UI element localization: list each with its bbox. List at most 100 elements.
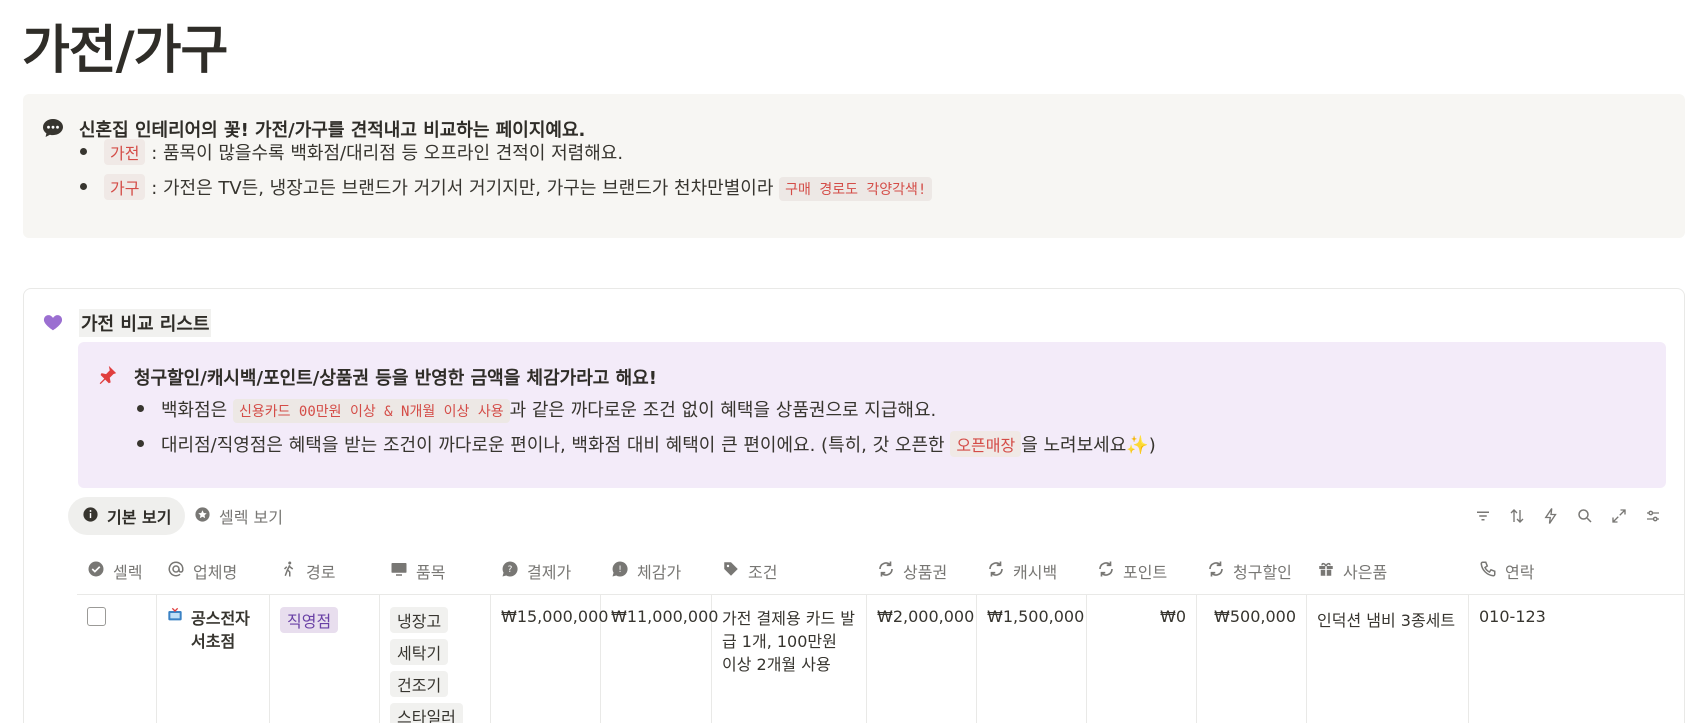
- cell-select: [77, 595, 157, 723]
- bullet-text: 과 같은 까다로운 조건 없이 혜택을 상품권으로 지급해요.: [509, 400, 937, 421]
- column-header-points[interactable]: 포인트: [1097, 547, 1167, 595]
- cell-freebie[interactable]: 인덕션 냄비 3종세트: [1307, 595, 1469, 723]
- column-header-price[interactable]: ? 결제가: [501, 547, 571, 595]
- person-walking-icon: [280, 560, 298, 582]
- bullet-appliance: 가전 : 품목이 많을수록 백화점/대리점 등 오프라인 견적이 저렴해요.: [79, 139, 624, 165]
- bullet-text: 대리점/직영점은 혜택을 받는 조건이 까다로운 편이나, 백화점 대비 혜택이…: [161, 435, 945, 456]
- at-sign-icon: [167, 560, 185, 582]
- column-header-gift-card[interactable]: 상품권: [877, 547, 947, 595]
- cell-felt-price[interactable]: ₩11,000,000: [601, 595, 718, 723]
- tab-basic-view[interactable]: 기본 보기: [68, 497, 186, 535]
- check-circle-icon: [87, 560, 105, 582]
- item-tag: 세탁기: [390, 639, 449, 665]
- search-icon[interactable]: [1576, 507, 1594, 529]
- cell-points[interactable]: ₩0: [1087, 595, 1197, 723]
- settings-sliders-icon[interactable]: [1644, 507, 1662, 529]
- inline-code: 구매 경로도 각양각색!: [779, 177, 933, 201]
- column-label: 결제가: [527, 563, 572, 582]
- inline-code: 신용카드 00만원 이상 & N개월 이상 사용: [232, 399, 510, 423]
- pushpin-icon: [96, 364, 118, 390]
- column-header-condition[interactable]: 조건: [722, 547, 777, 595]
- note-heading: 청구할인/캐시백/포인트/상품권 등을 반영한 금액을 체감가라고 해요!: [134, 368, 657, 389]
- expand-icon[interactable]: [1610, 507, 1628, 529]
- info-icon: [82, 506, 99, 527]
- phone-icon: [1479, 560, 1497, 582]
- column-label: 청구할인: [1233, 563, 1292, 582]
- column-label: 조건: [748, 563, 778, 582]
- route-tag: 직영점: [280, 607, 339, 633]
- gift-icon: [1317, 560, 1335, 582]
- tag-icon: [722, 560, 740, 582]
- column-label: 셀렉: [113, 563, 143, 582]
- column-label: 연락: [1505, 563, 1535, 582]
- pinned-note: 청구할인/캐시백/포인트/상품권 등을 반영한 금액을 체감가라고 해요! 백화…: [78, 342, 1666, 488]
- column-label: 포인트: [1123, 563, 1168, 582]
- cell-contact[interactable]: 010-123: [1469, 595, 1549, 723]
- cell-billing-discount[interactable]: ₩500,000: [1197, 595, 1307, 723]
- bullet-text: : 가전은 TV든, 냉장고든 브랜드가 거기서 거기지만, 가구는 브랜드가 …: [151, 178, 774, 199]
- database-title[interactable]: 가전 비교 리스트: [79, 309, 212, 337]
- sort-icon[interactable]: [1508, 507, 1526, 529]
- column-header-contact[interactable]: 연락: [1479, 547, 1534, 595]
- tag-appliance: 가전: [104, 139, 146, 165]
- tag-furniture: 가구: [104, 174, 146, 200]
- svg-text:!: !: [618, 565, 622, 575]
- bullet-furniture: 가구 : 가전은 TV든, 냉장고든 브랜드가 거기서 거기지만, 가구는 브랜…: [79, 174, 933, 201]
- bullet-text: : 품목이 많을수록 백화점/대리점 등 오프라인 견적이 저렴해요.: [151, 143, 624, 164]
- alert-bubble-icon: !: [611, 560, 629, 582]
- star-circle-icon: [194, 506, 211, 527]
- speech-bubble-icon: [41, 116, 65, 140]
- column-header-freebie[interactable]: 사은품: [1317, 547, 1387, 595]
- cell-condition[interactable]: 가전 결제용 카드 발급 1개, 100만원 이상 2개월 사용: [712, 595, 867, 723]
- note-bullet-department: 백화점은 신용카드 00만원 이상 & N개월 이상 사용 과 같은 까다로운 조…: [136, 396, 937, 423]
- column-header-felt-price[interactable]: ! 체감가: [611, 547, 681, 595]
- database-toolbar: [1474, 507, 1662, 529]
- column-label: 사은품: [1343, 563, 1388, 582]
- question-bubble-icon: ?: [501, 560, 519, 582]
- filter-icon[interactable]: [1474, 507, 1492, 529]
- automation-bolt-icon[interactable]: [1542, 507, 1560, 529]
- column-header-billing-discount[interactable]: 청구할인: [1207, 547, 1292, 595]
- note-bullet-agency: 대리점/직영점은 혜택을 받는 조건이 까다로운 편이나, 백화점 대비 혜택이…: [137, 431, 1156, 457]
- cell-company[interactable]: 공스전자 서초점: [157, 595, 270, 723]
- column-header-cashback[interactable]: 캐시백: [987, 547, 1057, 595]
- table-row[interactable]: 공스전자 서초점 직영점 냉장고 세탁기 건조기 스타일러 ₩15,000,00…: [77, 595, 1684, 723]
- cell-items[interactable]: 냉장고 세탁기 건조기 스타일러: [380, 595, 491, 723]
- item-tag: 건조기: [390, 671, 449, 697]
- item-tag: 스타일러: [390, 703, 463, 723]
- tab-label: 기본 보기: [107, 508, 172, 527]
- column-label: 경로: [306, 563, 336, 582]
- bullet-text: 을 노려보세요✨): [1021, 435, 1156, 456]
- rollup-arrows-icon: [877, 560, 895, 582]
- cell-cashback[interactable]: ₩1,500,000: [977, 595, 1087, 723]
- rollup-arrows-icon: [1097, 560, 1115, 582]
- rollup-arrows-icon: [987, 560, 1005, 582]
- item-tag: 냉장고: [390, 607, 449, 633]
- tv-icon: [167, 607, 183, 653]
- tab-label: 셀렉 보기: [219, 508, 283, 527]
- column-label: 체감가: [637, 563, 682, 582]
- column-label: 상품권: [903, 563, 948, 582]
- select-checkbox[interactable]: [87, 607, 106, 626]
- bullet-text: 백화점은: [161, 400, 228, 421]
- cell-route[interactable]: 직영점: [270, 595, 380, 723]
- purple-heart-icon: [42, 311, 64, 337]
- database-block: 가전 비교 리스트 청구할인/캐시백/포인트/상품권 등을 반영한 금액을 체감…: [23, 288, 1685, 723]
- column-label: 캐시백: [1013, 563, 1058, 582]
- column-header-select[interactable]: 셀렉: [87, 547, 142, 595]
- column-header-items[interactable]: 품목: [390, 547, 445, 595]
- page-title: 가전/가구: [22, 21, 228, 81]
- cell-gift-card[interactable]: ₩2,000,000: [867, 595, 977, 723]
- cell-price[interactable]: ₩15,000,000: [491, 595, 608, 723]
- tab-select-view[interactable]: 셀렉 보기: [180, 497, 297, 535]
- intro-callout: 신혼집 인테리어의 꽃! 가전/가구를 견적내고 비교하는 페이지예요. 가전 …: [23, 94, 1685, 238]
- column-header-route[interactable]: 경로: [280, 547, 335, 595]
- column-label: 품목: [416, 563, 446, 582]
- company-name: 공스전자 서초점: [191, 609, 250, 652]
- column-label: 업체명: [193, 563, 238, 582]
- tag-open-store: 오픈매장: [950, 431, 1022, 457]
- table-header: 셀렉 업체명 경로 품목 ? 결제가 ! 체감가 조건 상품권 캐시백 포인트 청구…: [77, 547, 1684, 595]
- svg-text:?: ?: [508, 565, 513, 575]
- rollup-arrows-icon: [1207, 560, 1225, 582]
- column-header-company[interactable]: 업체명: [167, 547, 237, 595]
